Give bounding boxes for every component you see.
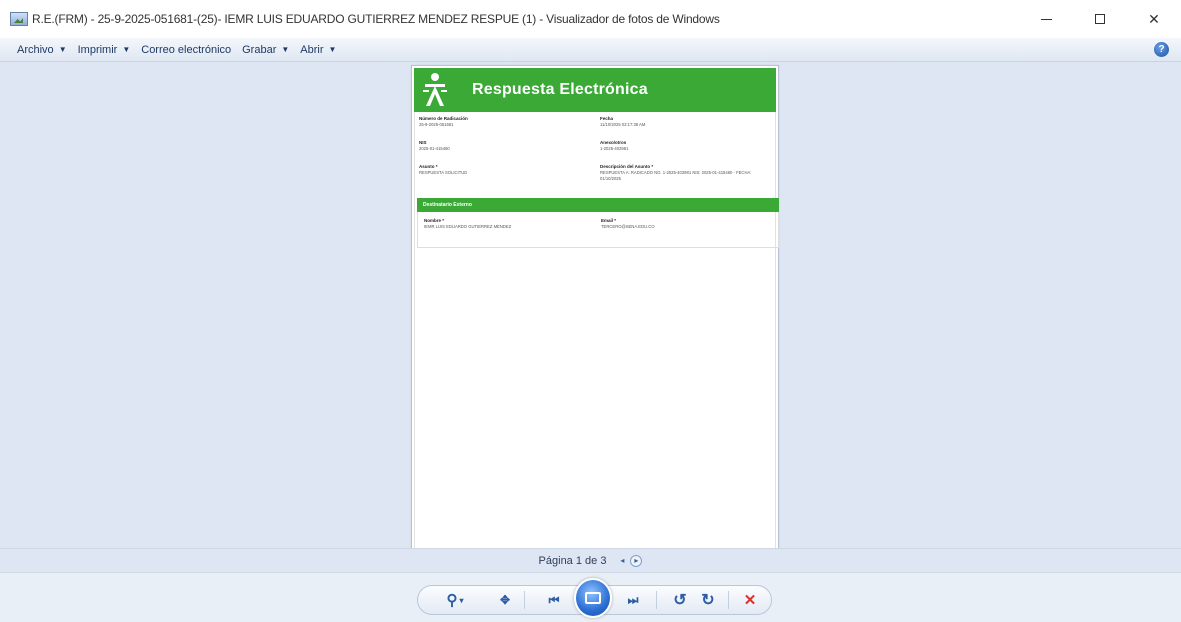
field-value: TERCERO@SENA.EDU.CO [601, 224, 655, 229]
next-icon: ⏭ [627, 592, 639, 607]
rotate-right-button[interactable]: ↻ [696, 589, 720, 611]
document-header: Respuesta Electrónica [414, 68, 776, 112]
field-value: RESPUESTA A: RADICADO NO. 1-2025-402981 … [600, 170, 752, 181]
field-descripcion-asunto: Descripción del Asunto * RESPUESTA A: RA… [600, 164, 772, 182]
photo-viewer-app-icon [10, 12, 28, 26]
menu-archivo-label: Archivo [17, 43, 54, 56]
document-title: Respuesta Electrónica [472, 81, 648, 98]
menu-imprimir-label: Imprimir [77, 43, 118, 56]
zoom-button[interactable]: ⚲ ▾ [440, 590, 470, 610]
field-value: 25-9-2025-051681 [419, 122, 454, 127]
rotate-right-icon: ↻ [701, 592, 715, 609]
page-navigator: Página 1 de 3 ◂ ▸ [0, 548, 1181, 572]
section-destinatario-header: Destinatario Externo [417, 198, 779, 212]
actual-size-button[interactable]: ✥ [494, 590, 516, 610]
section-destinatario-box: Nombre * IEMR LUIS EDUARDO GUTIERREZ MEN… [417, 212, 779, 248]
photo-viewer-window: R.E.(FRM) - 25-9-2025-051681-(25)- IEMR … [0, 0, 1181, 622]
chevron-down-icon: ▼ [122, 45, 131, 54]
delete-icon: ✕ [743, 592, 757, 609]
slideshow-icon [585, 592, 601, 604]
menu-imprimir[interactable]: Imprimir ▼ [78, 44, 131, 56]
slideshow-button[interactable] [574, 578, 612, 618]
menu-grabar-label: Grabar [242, 43, 277, 56]
menu-grabar[interactable]: Grabar ▼ [242, 44, 289, 56]
previous-page-button[interactable]: ◂ [616, 555, 628, 567]
menu-bar: Archivo ▼ Imprimir ▼ Correo electrónico Gr… [0, 38, 1181, 62]
field-value: RESPUESTA SOLICITUD [419, 170, 468, 175]
minimize-button[interactable] [1019, 0, 1073, 38]
field-nis: NIS 2025-01-415460 [419, 140, 589, 152]
menu-correo-label: Correo electrónico [141, 43, 232, 56]
next-page-button[interactable]: ▸ [630, 554, 643, 567]
previous-icon: ⏮ [548, 592, 560, 607]
menu-archivo[interactable]: Archivo ▼ [17, 44, 67, 56]
maximize-button[interactable] [1073, 0, 1127, 38]
field-numero-radicacion: Número de Radicación 25-9-2025-051681 [419, 116, 589, 128]
minimize-icon [1040, 18, 1052, 20]
toolbar-divider [656, 591, 657, 609]
field-nombre: Nombre * IEMR LUIS EDUARDO GUTIERREZ MEN… [424, 218, 594, 230]
chevron-down-icon: ▾ [459, 595, 464, 605]
sena-logo-icon [423, 73, 447, 106]
chevron-down-icon: ▼ [58, 45, 67, 54]
previous-image-button[interactable]: ⏮ [539, 590, 569, 610]
field-email: Email * TERCERO@SENA.EDU.CO [601, 218, 771, 230]
chevron-down-icon: ▼ [328, 45, 337, 54]
close-icon: ✕ [1148, 10, 1160, 27]
field-value: 2025-01-415460 [419, 146, 450, 151]
toolbar-divider [524, 591, 525, 609]
menu-correo[interactable]: Correo electrónico [141, 44, 231, 56]
image-viewport[interactable]: Respuesta Electrónica Número de Radicaci… [0, 62, 1181, 548]
delete-button[interactable]: ✕ [738, 589, 762, 611]
field-asunto: Asunto * RESPUESTA SOLICITUD [419, 164, 589, 176]
toolbar-divider [728, 591, 729, 609]
document-page: Respuesta Electrónica Número de Radicaci… [411, 65, 779, 548]
window-controls: ✕ [1019, 0, 1181, 38]
title-bar: R.E.(FRM) - 25-9-2025-051681-(25)- IEMR … [0, 0, 1181, 38]
rotate-left-icon: ↺ [673, 592, 687, 609]
chevron-down-icon: ▼ [281, 45, 290, 54]
field-anexo: Anexo/otros 1-2025-402981 [600, 140, 770, 152]
field-value: 1-2025-402981 [600, 146, 629, 151]
rotate-left-button[interactable]: ↺ [668, 589, 692, 611]
field-fecha: Fecha 11/10/2025 03:17:38 AM [600, 116, 770, 128]
menu-abrir-label: Abrir [300, 43, 324, 56]
help-icon[interactable]: ? [1154, 42, 1169, 57]
document-body: Número de Radicación 25-9-2025-051681 Fe… [414, 112, 779, 548]
window-title: R.E.(FRM) - 25-9-2025-051681-(25)- IEMR … [32, 12, 720, 26]
maximize-icon [1095, 14, 1105, 24]
next-image-button[interactable]: ⏭ [618, 590, 648, 610]
bottom-toolbar: ⚲ ▾ ✥ ⏮ ⏭ ↺ ↻ ✕ [0, 572, 1181, 622]
field-value: 11/10/2025 03:17:38 AM [600, 122, 646, 127]
menu-abrir[interactable]: Abrir ▼ [300, 44, 336, 56]
page-indicator: Página 1 de 3 [538, 554, 607, 567]
actual-size-icon: ✥ [499, 593, 511, 607]
close-button[interactable]: ✕ [1127, 0, 1181, 38]
field-value: IEMR LUIS EDUARDO GUTIERREZ MENDEZ [424, 224, 512, 229]
zoom-icon: ⚲ [446, 592, 458, 609]
